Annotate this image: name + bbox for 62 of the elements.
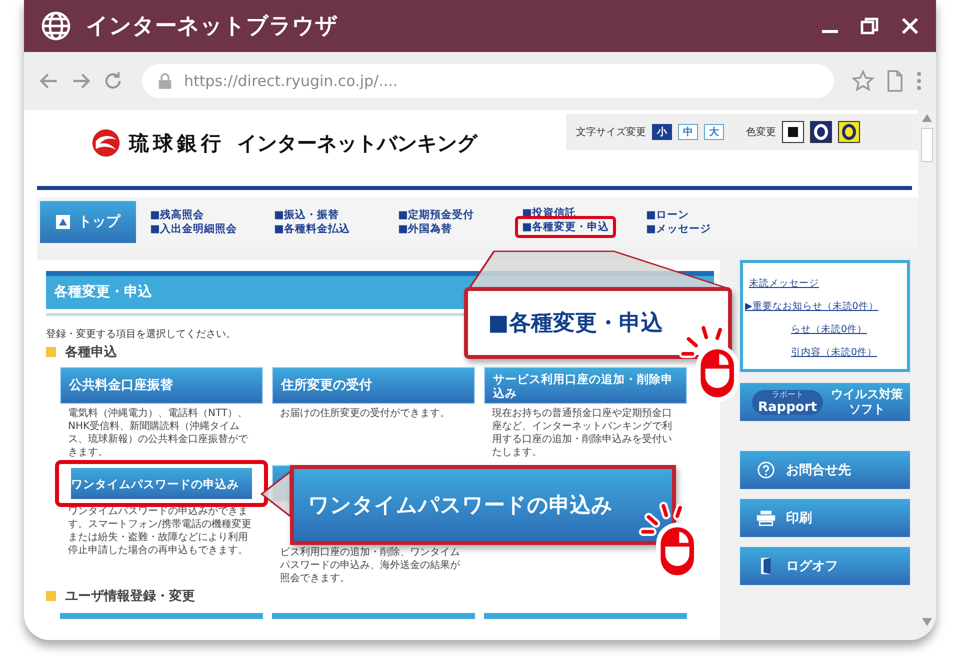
color-scheme-square-button[interactable] — [782, 121, 804, 143]
bullet-icon — [46, 591, 56, 601]
callout-pointer — [260, 470, 292, 518]
callout-box: ワンタイムパスワードの申込み — [290, 465, 676, 545]
font-size-button[interactable]: 大 — [704, 124, 724, 140]
lock-icon — [158, 73, 172, 89]
rapport-banner[interactable]: ラポート Rapport ウイルス対策ソフト — [740, 383, 910, 421]
font-size-button[interactable]: 中 — [678, 124, 698, 140]
bank-name: 琉球銀行 — [129, 130, 225, 156]
unread-messages-link[interactable]: 未読メッセージ — [745, 277, 819, 290]
color-scheme-ring-button[interactable] — [810, 121, 832, 143]
message-link[interactable]: 引内容（未読0件） — [791, 346, 878, 359]
group-heading: ユーザ情報登録・変更 — [65, 588, 195, 605]
intro-text: 登録・変更する項目を選択してください。 — [46, 328, 237, 341]
more-icon[interactable] — [916, 70, 922, 92]
print-button[interactable]: 印刷 — [740, 499, 910, 537]
card-header-button[interactable]: ワンタイムパスワードの申込み — [55, 460, 268, 507]
callout-box: ■各種変更・申込 — [464, 287, 732, 359]
scroll-up-icon[interactable] — [922, 114, 932, 122]
font-size-button[interactable]: 小 — [652, 124, 672, 140]
nav-link[interactable]: ■各種変更・申込 — [515, 216, 616, 238]
card-description: ビス利用口座の追加・削除、ワンタイムパスワードの申込み、海外送金の結果が照会できます。 — [279, 546, 461, 585]
window-title: インターネットブラウザ — [86, 13, 338, 41]
scroll-down-icon[interactable] — [922, 618, 932, 626]
nav-link[interactable]: ■定期預金受付 — [398, 208, 474, 222]
nav-link[interactable]: ■各種料金払込 — [274, 222, 350, 236]
color-scheme-ring-button[interactable] — [838, 121, 860, 143]
card-header-button[interactable]: サービス利用口座の追加・削除申込み — [484, 367, 687, 404]
globe-icon — [40, 10, 72, 42]
nav-link[interactable]: ■残高照会 — [150, 208, 204, 222]
banner-label: ウイルス対策ソフト — [830, 387, 904, 417]
card-description: 現在お持ちの普通預金口座や定期預金口座など、インターネットバンキングで利用する口座の追加・削除申込みを受付いたします。 — [491, 406, 673, 459]
banner-caption: ラポート — [771, 390, 804, 400]
printer-icon — [756, 509, 776, 527]
card-description: お届けの住所変更の受付ができます。 — [279, 406, 451, 420]
font-size-label: 文字サイズ変更 — [576, 126, 646, 139]
contact-button[interactable]: お問合せ先 — [740, 451, 910, 489]
top-button[interactable]: トップ — [40, 201, 136, 243]
nav-link[interactable]: ■ローン — [646, 208, 689, 222]
color-change-label: 色変更 — [746, 126, 776, 139]
star-icon[interactable] — [852, 70, 874, 92]
question-icon — [756, 461, 776, 479]
card-description: ワンタイムパスワードの申込みができます。スマートフォン/携帯電話の機種変更または紛失・盗難・故障などにより利用停止申請した場合の再申込もできます。 — [67, 504, 252, 557]
card-description: 電気料（沖縄電力）、電話料（NTT）、NHK受信料、新聞購読料（沖縄タイムス、琉球新報）の公共料金口座振替ができます。 — [67, 406, 249, 459]
group-heading: 各種申込 — [65, 344, 117, 361]
address-bar[interactable]: https://direct.ryugin.co.jp/.... — [142, 64, 834, 98]
message-link[interactable]: ▶重要なお知らせ（未読0件） — [745, 300, 878, 313]
nav-link[interactable]: ■入出金明細照会 — [150, 222, 237, 236]
restore-icon[interactable] — [860, 16, 880, 36]
nav-link[interactable]: ■外国為替 — [398, 222, 452, 236]
logoff-button[interactable]: ログオフ — [740, 547, 910, 585]
nav-link[interactable]: ■メッセージ — [646, 222, 711, 236]
url-text: https://direct.ryugin.co.jp/.... — [184, 72, 398, 90]
card-header-button[interactable]: 住所変更の受付 — [272, 367, 475, 404]
service-name: インターネットバンキング — [237, 130, 477, 156]
scroll-thumb[interactable] — [921, 128, 933, 162]
nav-link[interactable]: ■振込・振替 — [274, 208, 339, 222]
bullet-icon — [46, 347, 56, 357]
banner-product-name: Rapport — [758, 400, 817, 414]
message-link[interactable]: らせ（未読0件） — [791, 323, 868, 336]
close-icon[interactable] — [900, 16, 920, 36]
card-header-button[interactable]: 公共料金口座振替 — [60, 367, 263, 404]
